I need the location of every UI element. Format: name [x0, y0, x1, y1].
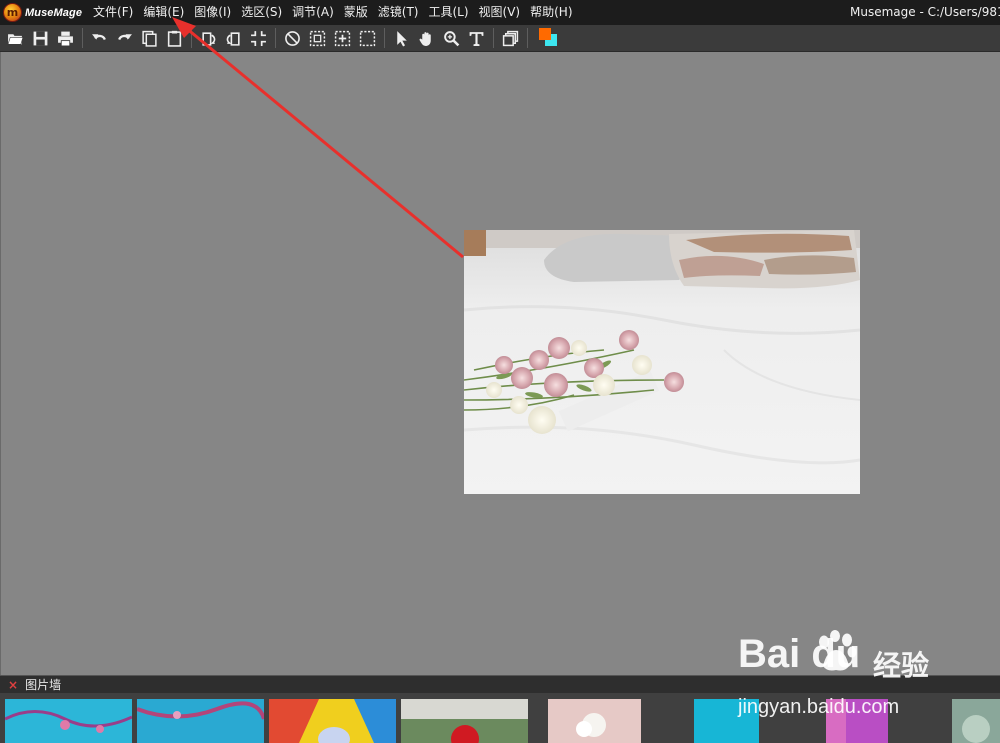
pointer-icon[interactable]	[389, 26, 414, 51]
undo-icon[interactable]	[87, 26, 112, 51]
picture-wall-title: 图片墙	[25, 678, 62, 692]
thumbnail[interactable]	[401, 699, 528, 743]
redo-icon[interactable]	[112, 26, 137, 51]
text-icon[interactable]	[464, 26, 489, 51]
watermark: Bai du 经验 jingyan.baidu.com	[738, 630, 978, 725]
save-icon[interactable]	[28, 26, 53, 51]
opened-photo[interactable]	[464, 230, 860, 494]
thumbnail[interactable]	[269, 699, 396, 743]
toolbar	[0, 25, 1000, 52]
watermark-brand: Bai du	[738, 632, 861, 676]
menu-selection[interactable]: 选区(S)	[236, 0, 287, 25]
watermark-url: jingyan.baidu.com	[738, 696, 900, 718]
toolbar-separator	[82, 28, 83, 48]
app-logo: m MuseMage	[0, 0, 82, 25]
flowers-on-bed-image	[464, 230, 860, 494]
color-swatch[interactable]	[536, 26, 560, 50]
paste-icon[interactable]	[162, 26, 187, 51]
thumbnail[interactable]	[137, 699, 264, 743]
toolbar-separator	[527, 28, 528, 48]
menu-help[interactable]: 帮助(H)	[525, 0, 577, 25]
rotate-right-icon[interactable]	[221, 26, 246, 51]
toolbar-separator	[493, 28, 494, 48]
menu-mask[interactable]: 蒙版	[339, 0, 373, 25]
menu-adjust[interactable]: 调节(A)	[287, 0, 339, 25]
menu-file[interactable]: 文件(F)	[88, 0, 138, 25]
app-logo-text: MuseMage	[25, 6, 83, 19]
menu-edit[interactable]: 编辑(E)	[138, 0, 189, 25]
select-all-icon[interactable]	[305, 26, 330, 51]
layers-icon[interactable]	[498, 26, 523, 51]
foreground-color-swatch[interactable]	[539, 28, 551, 40]
zoom-icon[interactable]	[439, 26, 464, 51]
toolbar-separator	[384, 28, 385, 48]
select-rect-icon[interactable]	[355, 26, 380, 51]
menu-tools[interactable]: 工具(L)	[423, 0, 473, 25]
menu-bar: m MuseMage 文件(F) 编辑(E) 图像(I) 选区(S) 调节(A)…	[0, 0, 1000, 25]
rotate-left-icon[interactable]	[196, 26, 221, 51]
toolbar-separator	[275, 28, 276, 48]
hand-icon[interactable]	[414, 26, 439, 51]
app-logo-badge: m	[3, 3, 22, 22]
crop-icon[interactable]	[246, 26, 271, 51]
menu-image[interactable]: 图像(I)	[189, 0, 236, 25]
canvas-area[interactable]	[0, 52, 1000, 675]
thumbnail[interactable]	[548, 699, 641, 743]
window-title: Musemage - C:/Users/9818	[850, 5, 1000, 19]
menu-view[interactable]: 视图(V)	[474, 0, 526, 25]
watermark-brand-cn: 经验	[873, 649, 930, 682]
select-add-icon[interactable]	[330, 26, 355, 51]
toolbar-separator	[191, 28, 192, 48]
thumbnail[interactable]	[5, 699, 132, 743]
copy-icon[interactable]	[137, 26, 162, 51]
print-icon[interactable]	[53, 26, 78, 51]
open-folder-icon[interactable]	[3, 26, 28, 51]
menu-filter[interactable]: 滤镜(T)	[373, 0, 424, 25]
deselect-icon[interactable]	[280, 26, 305, 51]
close-icon[interactable]: ×	[8, 678, 18, 692]
